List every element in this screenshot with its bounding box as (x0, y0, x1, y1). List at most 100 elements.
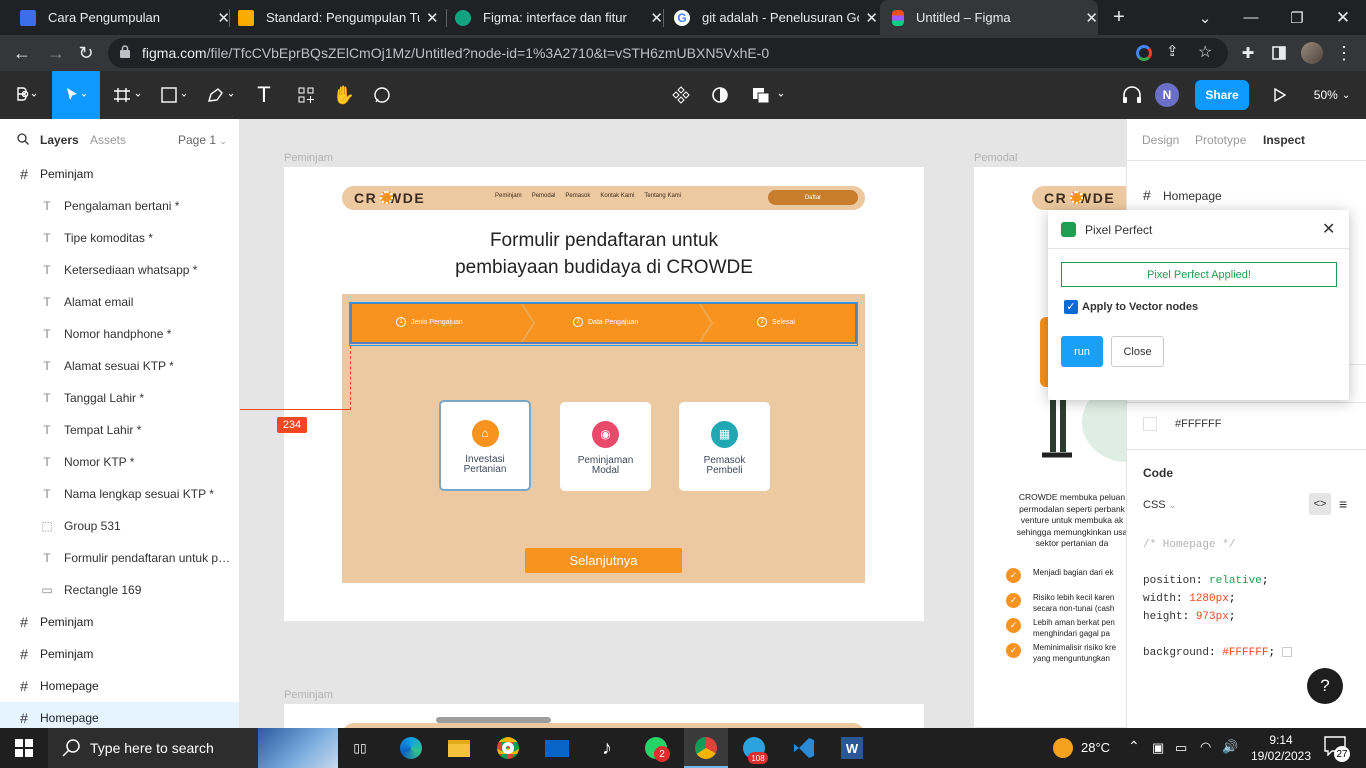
share-button[interactable]: Share (1195, 80, 1249, 110)
minimize-icon[interactable]: — (1228, 0, 1274, 35)
close-button[interactable]: Close (1111, 336, 1164, 367)
layer-item[interactable]: T Nama lengkap sesuai KTP * (0, 478, 239, 510)
list-view-icon[interactable]: ≡ (1339, 496, 1347, 512)
nav-link[interactable]: Pemasok (565, 193, 590, 199)
layer-item[interactable]: T Nomor KTP * (0, 446, 239, 478)
windows-start-icon[interactable] (10, 734, 38, 762)
whatsapp-icon[interactable]: 2 (642, 734, 670, 762)
text-tool-icon[interactable]: T (250, 71, 278, 119)
page-selector[interactable]: Page 1 ⌄ (178, 133, 227, 147)
edge-icon[interactable] (397, 734, 425, 762)
selanjutnya-button[interactable]: Selanjutnya (525, 548, 682, 573)
option-card-peminjaman[interactable]: ◉ Peminjaman Modal (560, 402, 651, 491)
browser-tab[interactable]: Figma: interface dan fitur ✕ (447, 0, 663, 35)
word-icon[interactable]: W (838, 734, 866, 762)
audio-headphones-icon[interactable] (1118, 71, 1146, 119)
wifi-icon[interactable]: ◠ (1200, 739, 1211, 755)
side-panel-icon[interactable] (1265, 39, 1293, 67)
tab-search-chevron-icon[interactable]: ⌄ (1182, 0, 1228, 35)
nav-link[interactable]: Pemodal (532, 193, 556, 199)
reload-icon[interactable]: ↻ (72, 39, 100, 67)
resources-tool-icon[interactable] (292, 71, 320, 119)
close-tab-icon[interactable]: ✕ (865, 9, 878, 27)
battery-icon[interactable]: ▭ (1175, 740, 1187, 756)
option-card-investasi[interactable]: ⌂ Investasi Pertanian (439, 400, 531, 491)
layer-item[interactable]: ▭ Rectangle 169 (0, 574, 239, 606)
bookmark-star-icon[interactable]: ☆ (1198, 42, 1212, 62)
browser-tab-active[interactable]: Untitled – Figma ✕ (880, 0, 1098, 35)
volume-icon[interactable]: 🔊 (1222, 739, 1238, 755)
boolean-icon[interactable] (748, 71, 788, 119)
mail-icon[interactable] (543, 734, 571, 762)
language-dropdown[interactable]: CSS ⌄ (1143, 499, 1176, 511)
layer-item[interactable]: ⬚ Group 531 (0, 510, 239, 542)
help-button[interactable]: ? (1307, 668, 1343, 704)
color-value[interactable]: #FFFFFF (1175, 418, 1221, 430)
nav-link[interactable]: Kontak Kami (600, 193, 634, 199)
share-page-icon[interactable]: ⇪ (1166, 42, 1179, 60)
search-icon[interactable] (17, 133, 29, 145)
address-bar[interactable]: figma.com/file/TfcCVbEprBQsZElCmOj1Mz/Un… (108, 38, 1228, 68)
notification-center[interactable]: 27 (1324, 736, 1350, 762)
pen-tool-icon[interactable] (202, 71, 242, 119)
layer-item[interactable]: T Formulir pendaftaran untuk pe... (0, 542, 239, 574)
code-view-icon[interactable]: <> (1309, 493, 1331, 515)
layer-item[interactable]: T Tipe komoditas * (0, 222, 239, 254)
color-swatch[interactable] (1143, 417, 1157, 431)
option-card-pemasok[interactable]: ▦ Pemasok Pembeli (679, 402, 770, 491)
mask-icon[interactable] (707, 71, 733, 119)
tab-prototype[interactable]: Prototype (1195, 133, 1246, 147)
layer-item[interactable]: T Tanggal Lahir * (0, 382, 239, 414)
close-tab-icon[interactable]: ✕ (650, 9, 663, 27)
layer-item[interactable]: # Peminjam (0, 638, 239, 670)
nav-link[interactable]: Peminjam (495, 193, 522, 199)
frame-label[interactable]: Peminjam (284, 152, 333, 164)
chrome-canary-icon[interactable] (494, 734, 522, 762)
extensions-icon[interactable]: ✚ (1234, 39, 1262, 67)
layer-item[interactable]: # Homepage (0, 702, 239, 728)
restore-icon[interactable]: ❐ (1274, 0, 1320, 35)
taskbar-search[interactable]: Type here to search (48, 728, 338, 768)
new-tab-icon[interactable]: + (1100, 0, 1138, 35)
browser-menu-icon[interactable]: ⋮ (1330, 39, 1358, 67)
layer-item[interactable]: T Alamat sesuai KTP * (0, 350, 239, 382)
horizontal-scrollbar[interactable] (436, 717, 551, 723)
shape-tool-icon[interactable] (155, 71, 195, 119)
google-lens-icon[interactable] (1136, 45, 1152, 61)
nav-link[interactable]: Tentang Kami (644, 193, 681, 199)
tab-design[interactable]: Design (1142, 133, 1179, 147)
weather-icon[interactable] (1049, 734, 1077, 762)
move-tool-icon[interactable] (52, 71, 100, 119)
layer-item[interactable]: # Peminjam (0, 158, 239, 190)
checkbox-label[interactable]: Apply to Vector nodes (1082, 301, 1198, 313)
clock[interactable]: 9:14 19/02/2023 (1246, 732, 1316, 764)
components-icon[interactable] (668, 71, 694, 119)
chrome-icon[interactable] (692, 734, 720, 762)
vscode-icon[interactable] (790, 734, 818, 762)
frame-tool-icon[interactable] (108, 71, 148, 119)
tab-layers[interactable]: Layers (40, 133, 79, 147)
layer-item[interactable]: T Tempat Lahir * (0, 414, 239, 446)
comment-tool-icon[interactable] (368, 71, 396, 119)
present-play-icon[interactable] (1266, 71, 1294, 119)
browser-tab[interactable]: Standard: Pengumpulan Tug ✕ (230, 0, 446, 35)
vector-nodes-checkbox[interactable]: ✓ (1064, 300, 1078, 314)
tab-assets[interactable]: Assets (90, 133, 126, 147)
close-window-icon[interactable]: ✕ (1320, 0, 1366, 35)
browser-tab[interactable]: Cara Pengumpulan ✕ (8, 0, 230, 35)
task-view-icon[interactable]: ▯▯ (346, 734, 374, 762)
browser-tab[interactable]: G git adalah - Penelusuran Goo ✕ (664, 0, 878, 35)
hand-tool-icon[interactable]: ✋ (330, 71, 358, 119)
zoom-dropdown[interactable]: 50% ⌄ (1306, 71, 1358, 119)
file-explorer-icon[interactable] (445, 734, 473, 762)
close-tab-icon[interactable]: ✕ (1085, 9, 1098, 27)
layer-item[interactable]: T Alamat email (0, 286, 239, 318)
profile-avatar[interactable] (1298, 39, 1326, 67)
telegram-icon[interactable]: 108 (740, 734, 768, 764)
layer-item[interactable]: T Ketersediaan whatsapp * (0, 254, 239, 286)
layer-item[interactable]: T Nomor handphone * (0, 318, 239, 350)
figma-main-menu-icon[interactable] (8, 71, 44, 119)
close-tab-icon[interactable]: ✕ (426, 9, 439, 27)
back-icon[interactable]: ← (8, 39, 36, 67)
peminjam-frame[interactable]: CR WDE Peminjam Pemodal Pemasok Kontak K… (284, 167, 924, 621)
